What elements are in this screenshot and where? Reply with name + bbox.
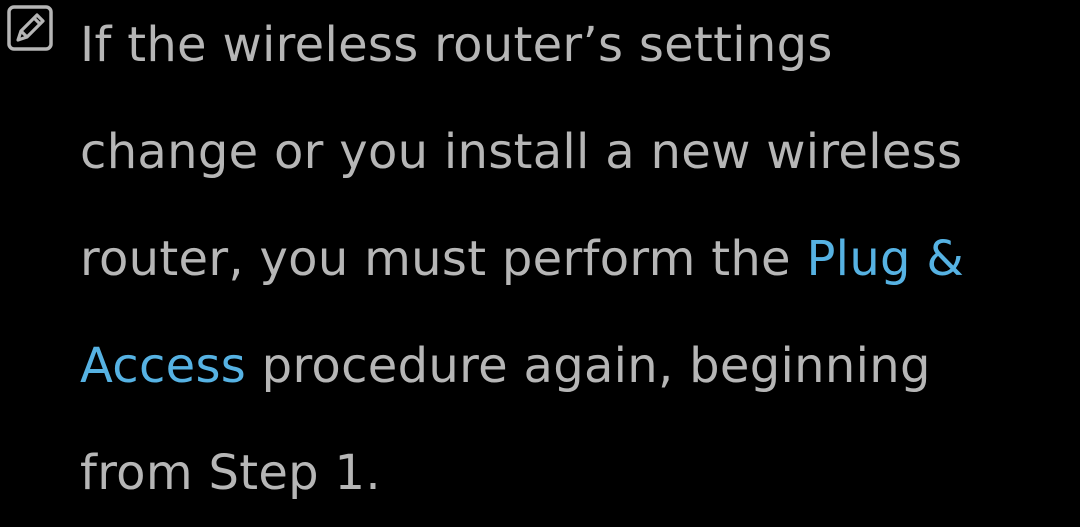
note-text-segment: router, you must perform the [80,231,807,287]
note-line: If the wireless router’s settings [80,0,1075,99]
note-line: change or you install a new wireless [80,99,1075,206]
note-text-segment: change or you install a new wireless [80,124,963,180]
note-line: from Step 1. [80,420,1075,527]
note-pencil-icon [6,4,54,52]
note-text-segment: from Step 1. [80,445,381,501]
note-line: Access procedure again, beginning [80,313,1075,420]
note-text-segment: If the wireless router’s settings [80,17,833,73]
note-text-segment: procedure again, beginning [246,338,931,394]
note-line: router, you must perform the Plug & [80,206,1075,313]
plug-access-link[interactable]: Access [80,338,246,394]
note-text: If the wireless router’s settings change… [80,0,1075,527]
plug-access-link[interactable]: Plug & [806,231,964,287]
